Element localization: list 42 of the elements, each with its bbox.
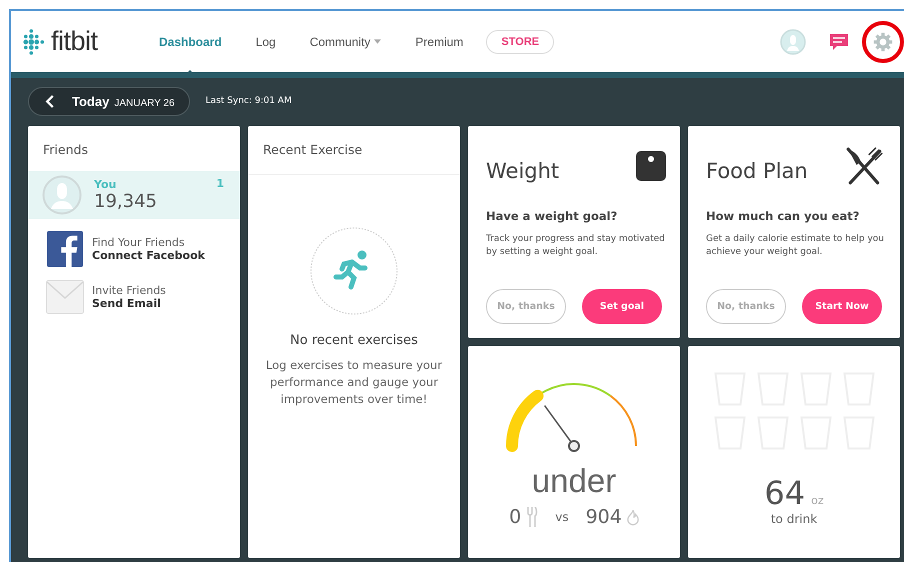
rank-number: 1 <box>216 177 224 190</box>
empty-text: Log exercises to measure your performance and gauge your improvements over time! <box>264 357 444 408</box>
calories-burned: 904 <box>586 506 622 528</box>
sync-text: Last Sync: 9:01 AM <box>206 96 292 106</box>
logo-text[interactable]: fitbit <box>51 26 98 57</box>
date-label: Today <box>72 94 110 108</box>
step-count: 19,345 <box>94 191 158 212</box>
fork-knife-icon <box>526 507 538 527</box>
water-unit: oz <box>811 494 824 507</box>
card-title: Friends <box>42 141 89 159</box>
runner-icon <box>310 227 398 315</box>
action-link[interactable]: Send Email <box>92 297 166 310</box>
flame-icon <box>626 507 639 527</box>
leaderboard-row[interactable]: You 19,345 1 <box>28 171 240 219</box>
back-icon[interactable] <box>45 94 55 108</box>
water-label: to drink <box>770 512 818 526</box>
friend-name: You <box>94 178 118 191</box>
vs-label: vs <box>555 510 569 524</box>
action-link[interactable]: Connect Facebook <box>92 249 205 262</box>
promo-text: Get a daily calorie estimate to help you achieve your weight goal. <box>706 233 885 259</box>
water-amount: 64 <box>764 474 806 512</box>
logo-icon <box>23 28 45 54</box>
nav-tab[interactable]: Community <box>298 34 392 48</box>
promo-question: Have a weight goal? <box>486 209 618 223</box>
avatar-icon <box>42 175 82 215</box>
nav-tab[interactable]: Premium <box>404 34 474 48</box>
store-button[interactable]: STORE <box>486 30 554 54</box>
scale-icon <box>636 151 666 181</box>
action-label: Invite Friends <box>92 284 166 297</box>
promo-text: Track your progress and stay motivated by setting a weight goal. <box>486 233 666 259</box>
card-title: Recent Exercise <box>262 141 364 159</box>
calorie-status: under <box>532 462 616 500</box>
date-selector[interactable]: Today JANUARY 26 <box>28 86 190 116</box>
card-title: Food Plan <box>706 159 808 183</box>
date-text: JANUARY 26 <box>114 98 175 108</box>
empty-title: No recent exercises <box>290 333 418 348</box>
calories-eaten: 0 <box>509 506 522 528</box>
facebook-icon[interactable] <box>46 231 84 267</box>
nav-tab[interactable]: Log <box>244 34 287 48</box>
action-label: Find Your Friends <box>92 236 186 249</box>
promo-question: How much can you eat? <box>706 209 860 223</box>
card-title: Weight <box>486 159 560 183</box>
